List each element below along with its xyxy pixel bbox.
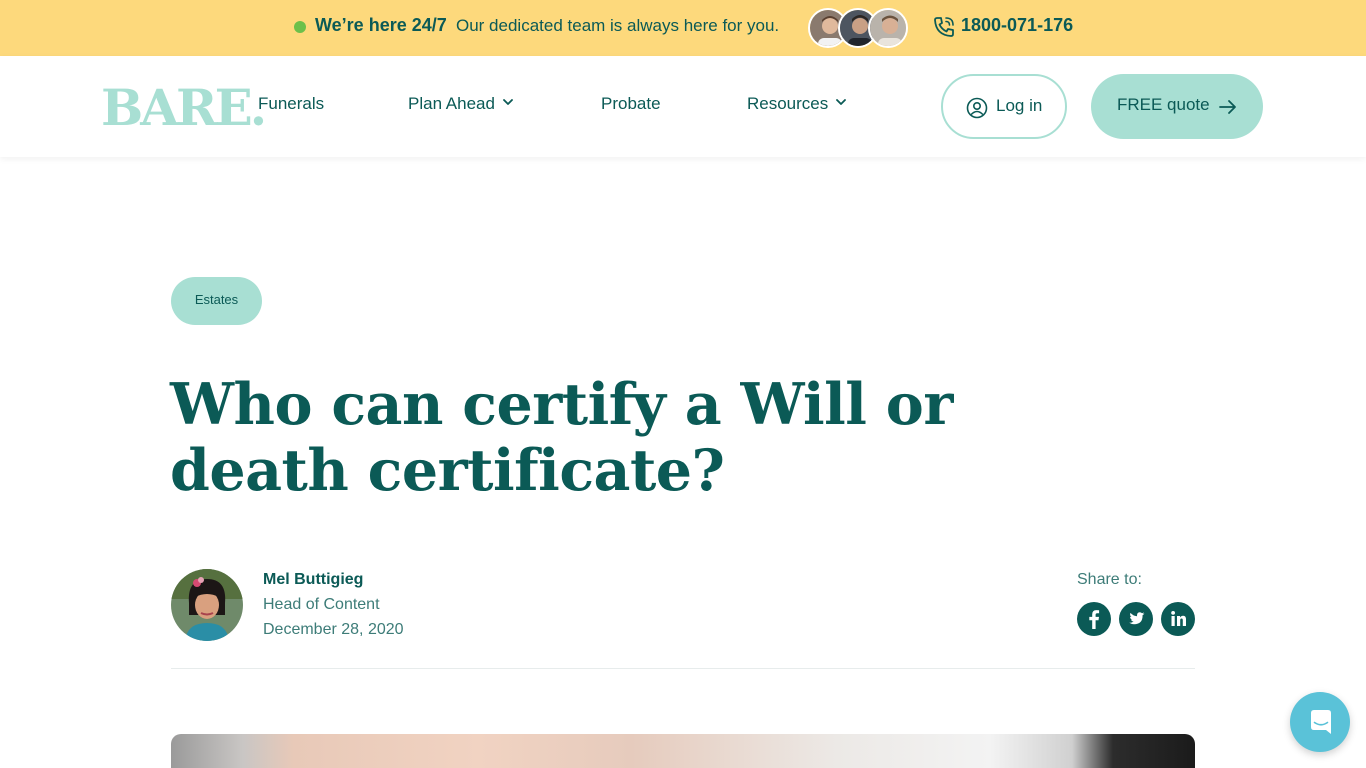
- phone-icon: [934, 17, 954, 37]
- share-label: Share to:: [1077, 571, 1142, 588]
- nav-item-resources[interactable]: Resources: [747, 94, 847, 114]
- user-icon: [966, 97, 988, 119]
- chevron-down-icon: [836, 99, 847, 105]
- announcement-bar: We’re here 24/7 Our dedicated team is al…: [0, 0, 1366, 56]
- nav-item-probate[interactable]: Probate: [601, 94, 661, 114]
- linkedin-icon: [1171, 611, 1186, 626]
- availability-headline: We’re here 24/7: [315, 15, 447, 35]
- share-twitter-button[interactable]: [1119, 602, 1153, 636]
- nav-item-plan-ahead[interactable]: Plan Ahead: [408, 94, 513, 114]
- category-tag[interactable]: Estates: [171, 277, 262, 325]
- free-quote-button[interactable]: FREE quote: [1091, 74, 1263, 139]
- arrow-right-icon: [1219, 100, 1236, 114]
- team-avatar: [868, 8, 908, 48]
- site-logo[interactable]: BARE.: [101, 80, 267, 136]
- availability-message: Our dedicated team is always here for yo…: [456, 16, 780, 35]
- author-role: Head of Content: [263, 596, 380, 613]
- share-facebook-button[interactable]: [1077, 602, 1111, 636]
- phone-number: 1800-071-176: [961, 15, 1074, 35]
- team-avatars: [808, 8, 912, 48]
- login-button[interactable]: Log in: [941, 74, 1067, 139]
- nav-item-label: Probate: [601, 94, 661, 113]
- twitter-icon: [1129, 612, 1145, 625]
- author-avatar: [171, 569, 243, 641]
- nav-item-label: Resources: [747, 94, 829, 113]
- free-quote-label: FREE quote: [1117, 95, 1210, 114]
- author-name[interactable]: Mel Buttigieg: [263, 571, 363, 589]
- login-label: Log in: [996, 96, 1043, 115]
- nav-item-funerals[interactable]: Funerals: [258, 94, 324, 114]
- share-linkedin-button[interactable]: [1161, 602, 1195, 636]
- nav-item-label: Funerals: [258, 94, 325, 113]
- nav-item-label: Plan Ahead: [408, 94, 495, 113]
- online-status-dot: [294, 21, 306, 33]
- facebook-icon: [1089, 610, 1100, 629]
- chat-icon: [1311, 710, 1331, 734]
- publish-date: December 28, 2020: [263, 621, 404, 638]
- chat-widget-button[interactable]: [1290, 692, 1350, 752]
- author-divider: [171, 668, 1195, 669]
- article-title: Who can certify a Will or death certific…: [170, 371, 953, 504]
- site-header: BARE. Funerals Plan Ahead Probate Resour…: [0, 56, 1366, 157]
- chevron-down-icon: [503, 99, 513, 105]
- article-hero-image: [171, 734, 1195, 768]
